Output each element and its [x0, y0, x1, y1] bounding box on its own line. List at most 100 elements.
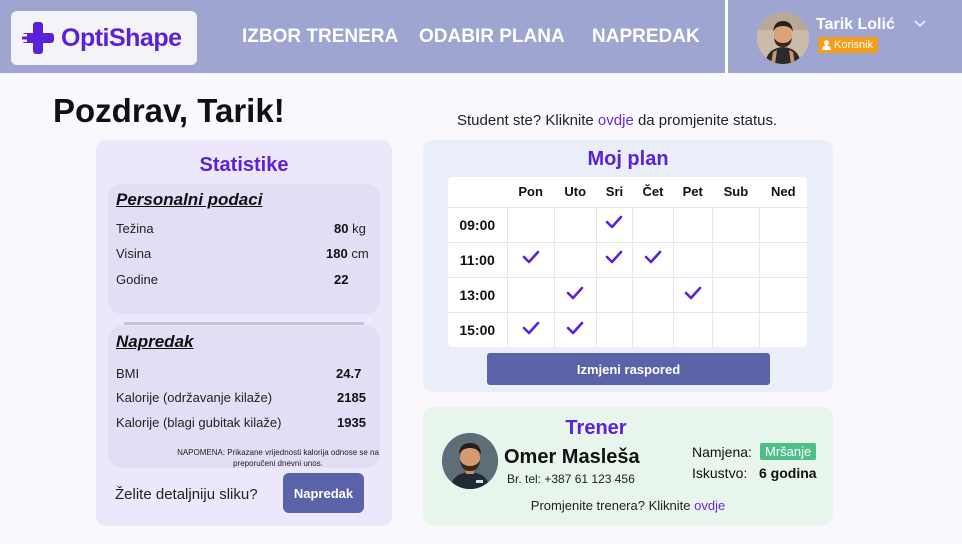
day-header: Pon: [518, 184, 543, 200]
schedule-cell[interactable]: [711, 276, 760, 313]
personal-data-title: Personalni podaci: [116, 190, 263, 209]
app-logo[interactable]: OptiShape: [11, 11, 197, 65]
weight-value: 80 kg: [334, 221, 366, 236]
student-notice-text-end: da promjenite status.: [633, 112, 778, 129]
schedule-cell[interactable]: [632, 312, 674, 347]
schedule-cell[interactable]: [506, 276, 555, 313]
schedule-cell[interactable]: [595, 241, 633, 278]
schedule-row: 11:00: [448, 241, 807, 278]
schedule-cell[interactable]: [759, 241, 807, 278]
schedule-cell[interactable]: [672, 312, 713, 347]
trainer-goal-badge: Mršanje: [760, 443, 817, 460]
chevron-down-icon[interactable]: [913, 17, 927, 31]
schedule-cell[interactable]: [759, 312, 807, 347]
plan-card: Moj plan Pon Uto Sri Čet Pet Sub Ned 09:…: [423, 140, 833, 392]
schedule-row: 15:00: [448, 312, 807, 347]
schedule-time: 11:00: [448, 241, 507, 278]
checkmark-icon: [566, 286, 584, 299]
schedule-cell[interactable]: [553, 206, 597, 243]
schedule-cell[interactable]: [595, 312, 633, 347]
age-label: Godine: [116, 272, 158, 287]
checkmark-icon: [644, 251, 662, 264]
user-role-badge: Korisnik: [818, 37, 879, 53]
schedule-row: 09:00: [448, 206, 807, 243]
student-notice-text: Student ste? Kliknite: [457, 112, 598, 129]
change-trainer-notice: Promjenite trenera? Kliknite ovdje: [423, 498, 833, 513]
schedule-cell[interactable]: [672, 206, 713, 243]
user-role-label: Korisnik: [834, 39, 874, 51]
schedule-cell[interactable]: [711, 206, 760, 243]
schedule-cell[interactable]: [595, 206, 633, 243]
nav-plan-choice[interactable]: ODABIR PLANA: [419, 26, 565, 48]
stats-card: Statistike Personalni podaci Težina 80 k…: [96, 140, 392, 526]
schedule-cell[interactable]: [632, 276, 674, 313]
schedule-cell[interactable]: [506, 241, 555, 278]
height-label: Visina: [116, 246, 152, 261]
stats-title: Statistike: [199, 154, 289, 176]
day-header: Uto: [564, 184, 587, 200]
checkmark-icon: [606, 215, 623, 229]
checkmark-icon: [566, 321, 584, 334]
day-header: Čet: [642, 184, 664, 200]
trainer-phone: Br. tel: +387 61 123 456: [507, 472, 635, 486]
trainer-experience-label: Iskustvo:: [692, 465, 748, 481]
bmi-label: BMI: [116, 366, 140, 381]
bmi-value: 24.7: [336, 366, 362, 381]
schedule-cell[interactable]: [553, 276, 597, 313]
trainer-avatar: [442, 433, 498, 489]
schedule-cell[interactable]: [759, 206, 807, 243]
schedule-cell[interactable]: [711, 312, 760, 347]
plus-logo-icon: [21, 22, 54, 54]
day-header: Pet: [682, 184, 703, 200]
deficit-calories-label: Kalorije (blagi gubitak kilaže): [116, 415, 282, 430]
height-value: 180 cm: [326, 246, 369, 261]
student-status-link[interactable]: ovdje: [598, 112, 634, 129]
change-trainer-link[interactable]: ovdje: [694, 498, 725, 513]
top-header: OptiShape IZBOR TRENERA ODABIR PLANA NAP…: [0, 0, 962, 73]
checkmark-icon: [684, 286, 702, 299]
change-trainer-text: Promjenite trenera? Kliknite: [530, 498, 695, 513]
trainer-name: Omer Masleša: [504, 446, 640, 468]
age-value: 22: [334, 272, 349, 287]
schedule-cell[interactable]: [632, 241, 674, 278]
schedule-cell[interactable]: [553, 312, 597, 347]
page-greeting: Pozdrav, Tarik!: [53, 92, 285, 129]
schedule-cell[interactable]: [506, 206, 555, 243]
schedule-cell[interactable]: [759, 276, 807, 313]
weight-label: Težina: [116, 221, 154, 236]
nav-progress[interactable]: NAPREDAK: [592, 26, 700, 48]
schedule-cell[interactable]: [672, 276, 713, 313]
nav-trainer-choice[interactable]: IZBOR TRENERA: [242, 26, 398, 48]
trainer-goal-label: Namjena:: [692, 444, 752, 460]
trainer-experience-value: 6 godina: [759, 465, 817, 481]
personal-data-panel: Personalni podaci Težina 80 kg Visina 18…: [108, 184, 380, 314]
schedule-cell[interactable]: [595, 276, 633, 313]
checkmark-icon: [522, 251, 539, 264]
schedule-cell[interactable]: [553, 241, 597, 278]
schedule-cell[interactable]: [632, 206, 674, 243]
user-icon: [822, 40, 831, 50]
schedule-header-row: Pon Uto Sri Čet Pet Sub Ned: [448, 177, 807, 207]
progress-title: Napredak: [116, 332, 194, 351]
maintenance-calories-value: 2185: [337, 390, 366, 405]
time-column-header: [448, 177, 507, 207]
user-name: Tarik Lolić: [816, 16, 895, 33]
header-divider: [725, 0, 728, 73]
schedule-cell[interactable]: [672, 241, 713, 278]
calories-note: NAPOMENA: Prikazane vrijednosti kalorija…: [177, 448, 379, 468]
progress-button[interactable]: Napredak: [283, 473, 364, 513]
schedule-cell[interactable]: [506, 312, 555, 347]
schedule-cell[interactable]: [711, 241, 760, 278]
schedule-time: 09:00: [448, 206, 507, 243]
edit-schedule-button[interactable]: Izmjeni raspored: [487, 353, 770, 385]
schedule-time: 13:00: [448, 276, 507, 313]
stats-divider: [124, 322, 364, 325]
schedule-table: Pon Uto Sri Čet Pet Sub Ned 09:00 11:00 13…: [448, 177, 807, 347]
schedule-row: 13:00: [448, 276, 807, 313]
day-header: Ned: [771, 184, 796, 200]
maintenance-calories-label: Kalorije (održavanje kilaže): [116, 390, 273, 405]
logo-text: OptiShape: [61, 23, 182, 52]
user-menu[interactable]: Tarik Lolić Korisnik: [757, 12, 937, 64]
day-header: Sub: [723, 184, 749, 200]
trainer-card: Trener Omer Masleša Br. tel: +387 61 123…: [423, 407, 833, 525]
